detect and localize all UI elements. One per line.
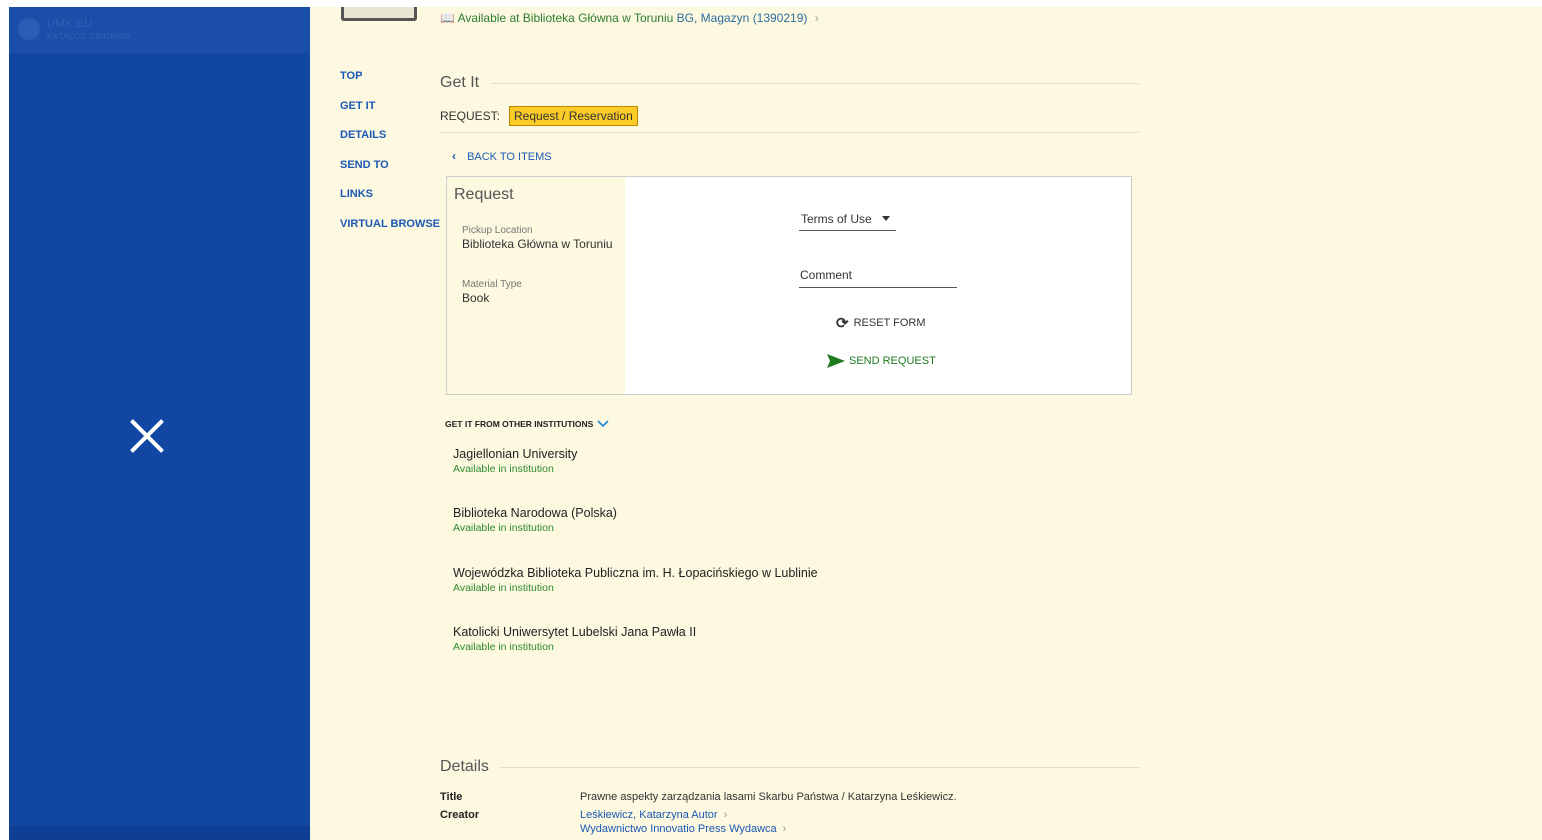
close-icon[interactable] [125,414,169,458]
details-divider [500,767,1139,768]
terms-of-use-label: Terms of Use [801,212,872,226]
nav-top[interactable]: TOP [340,70,440,100]
send-request-button[interactable]: SEND REQUEST [827,354,936,368]
refresh-icon: ⟳ [836,315,849,332]
nav-virtual-browse[interactable]: VIRTUAL BROWSE [340,218,440,248]
institution-item[interactable]: Biblioteka Narodowa (Polska) Available i… [453,506,818,565]
other-institutions-toggle[interactable]: GET IT FROM OTHER INSTITUTIONS [445,419,609,429]
reset-form-button[interactable]: ⟳ RESET FORM [836,314,926,332]
request-divider [440,132,1139,133]
get-it-divider [492,83,1139,84]
send-icon [827,354,845,368]
back-to-items-link[interactable]: ‹ BACK TO ITEMS [452,149,552,163]
institution-status: Available in institution [453,463,554,475]
details-row: Creator Leśkiewicz, Katarzyna Autor › Wyd… [440,809,957,835]
nav-details[interactable]: DETAILS [340,129,440,159]
logo-text: UMK.EU KATALOG ZBIORÓW [47,19,132,42]
institution-item[interactable]: Jagiellonian University Available in ins… [453,447,818,506]
chevron-right-icon: › [723,809,728,821]
institution-status: Available in institution [453,522,554,535]
request-form: Request Pickup Location Biblioteka Główn… [446,176,1132,395]
side-drawer-overlay: UMK.EU KATALOG ZBIORÓW [9,7,310,840]
send-request-label: SEND REQUEST [849,355,936,367]
pickup-location-label: Pickup Location [462,225,533,236]
nav-send-to[interactable]: SEND TO [340,159,440,189]
institution-name: Biblioteka Narodowa (Polska) [453,506,617,521]
availability-line[interactable]: 📖 Available at Biblioteka Główna w Torun… [440,11,819,25]
details-heading: Details [440,758,489,775]
institution-status: Available in institution [453,640,554,653]
request-title: Request [454,186,514,203]
section-nav: TOP GET IT DETAILS SEND TO LINKS VIRTUAL… [340,70,440,248]
comment-label: Comment [800,268,853,282]
details-title-value: Prawne aspekty zarządzania lasami Skarbu… [580,791,957,803]
material-type-value: Book [462,291,490,305]
logo-title: UMK.EU [47,18,93,30]
caret-down-icon [882,216,890,221]
chevron-right-icon: › [782,823,787,835]
institution-item[interactable]: Wojewódzka Biblioteka Publiczna im. H. Ł… [453,566,818,625]
chevron-right-icon: › [814,11,819,25]
details-title-label: Title [440,791,463,803]
comment-field[interactable]: Comment [799,268,957,288]
request-row: REQUEST: Request / Reservation [440,106,638,126]
chevron-down-icon [597,420,609,428]
creator-link[interactable]: Wydawnictwo Innovatio Press Wydawca [580,823,777,835]
request-label: REQUEST: [440,109,501,123]
material-type-label: Material Type [462,279,522,290]
back-to-items-label: BACK TO ITEMS [467,151,552,163]
pickup-location-value: Biblioteka Główna w Toruniu [462,237,613,251]
details-row: Title Prawne aspekty zarządzania lasami … [440,791,957,809]
details-creator-values: Leśkiewicz, Katarzyna Autor › Wydawnictwo… [580,809,786,835]
drawer-header: UMK.EU KATALOG ZBIORÓW [9,7,310,53]
institution-item[interactable]: Katolicki Uniwersytet Lubelski Jana Pawł… [453,625,818,684]
institution-name: Wojewódzka Biblioteka Publiczna im. H. Ł… [453,565,818,580]
request-reservation-button[interactable]: Request / Reservation [509,106,638,126]
availability-text: Available at Biblioteka Główna w Toruniu [457,11,674,25]
nav-get-it[interactable]: GET IT [340,100,440,130]
chevron-left-icon: ‹ [452,149,456,163]
details-table: Title Prawne aspekty zarządzania lasami … [440,791,957,835]
request-summary: Request Pickup Location Biblioteka Główn… [447,177,625,394]
reset-form-label: RESET FORM [853,317,926,329]
terms-of-use-select[interactable]: Terms of Use [799,212,896,231]
logo-subtitle: KATALOG ZBIORÓW [47,32,132,41]
nav-links[interactable]: LINKS [340,188,440,218]
institution-name: Jagiellonian University [453,447,578,461]
drawer-footer [9,826,310,840]
institution-status: Available in institution [453,581,554,594]
other-institutions-label: GET IT FROM OTHER INSTITUTIONS [445,419,594,429]
institution-list: Jagiellonian University Available in ins… [453,447,818,684]
get-it-heading: Get It [440,74,480,91]
institution-name: Katolicki Uniwersytet Lubelski Jana Pawł… [453,624,697,639]
logo-icon [18,18,40,40]
book-icon: 📖 [440,11,455,25]
creator-link[interactable]: Leśkiewicz, Katarzyna Autor [580,809,718,821]
book-thumbnail [341,7,417,21]
availability-location: BG, Magazyn (1390219) [676,11,808,25]
details-creator-label: Creator [440,809,480,821]
